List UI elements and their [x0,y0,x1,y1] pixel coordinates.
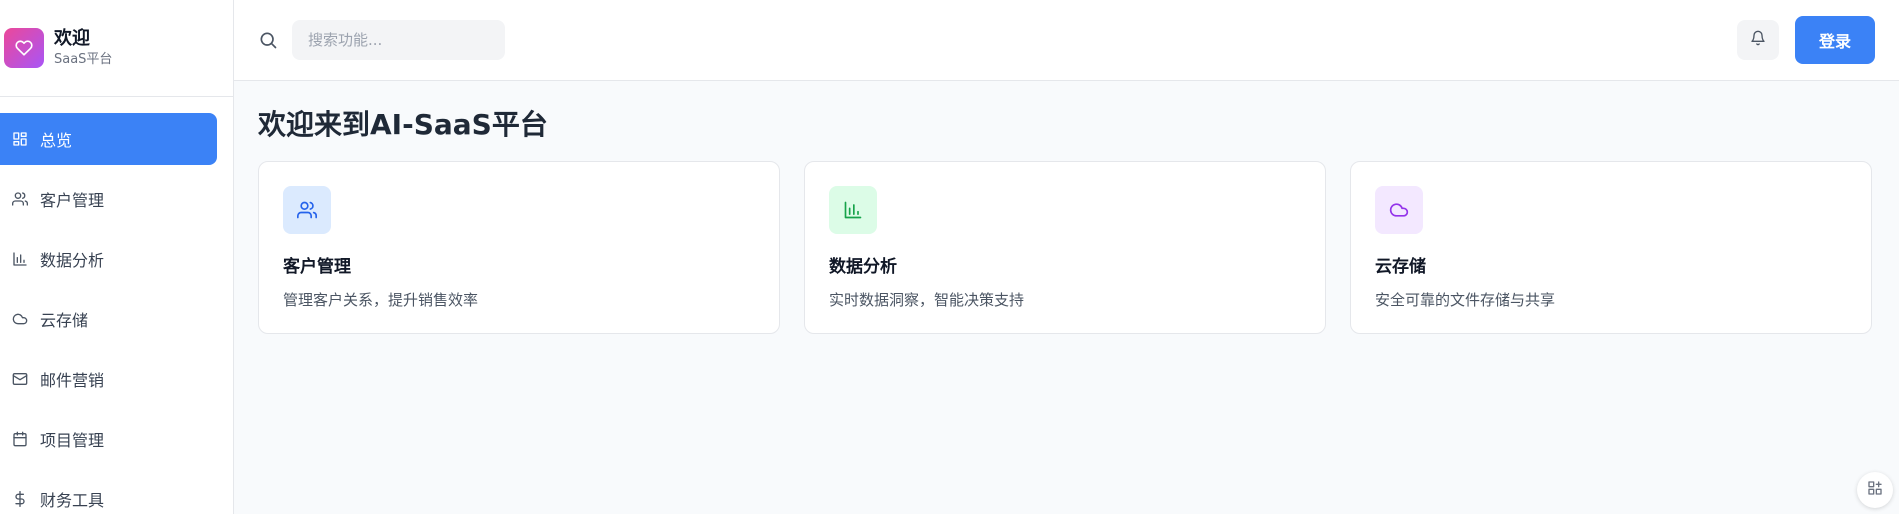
sidebar-item-label: 邮件营销 [40,371,105,390]
mail-icon [12,371,28,387]
topbar: 登录 [234,0,1899,81]
calendar-icon [12,431,28,447]
card-description: 管理客户关系，提升销售效率 [283,291,479,309]
search-input[interactable] [292,20,505,60]
sidebar-item-projects[interactable]: 项目管理 [0,413,217,465]
sidebar-item-cloud[interactable]: 云存储 [0,293,217,345]
widgets-button[interactable] [1857,472,1893,508]
apps-add-icon [1867,480,1883,500]
card-title: 数据分析 [829,257,897,277]
sidebar-item-customers[interactable]: 客户管理 [0,173,217,225]
bar-chart-icon [829,186,877,234]
feature-card-analytics[interactable]: 数据分析 实时数据洞察，智能决策支持 [804,161,1326,334]
sidebar-item-label: 客户管理 [40,191,105,210]
sidebar-item-label: 数据分析 [40,251,105,270]
sidebar-item-label: 财务工具 [40,491,105,510]
users-icon [12,191,28,207]
dollar-icon [12,491,28,507]
content: 欢迎来到AI-SaaS平台 客户管理 管理客户关系，提升销售效率 数据分析 实时… [234,81,1899,358]
sidebar-item-overview[interactable]: 总览 [0,113,217,165]
card-title: 云存储 [1375,257,1426,277]
cloud-icon [1375,186,1423,234]
sidebar-item-email[interactable]: 邮件营销 [0,353,217,405]
sidebar-item-analytics[interactable]: 数据分析 [0,233,217,285]
brand-subtitle: SaaS平台 [54,52,113,67]
cloud-icon [12,311,28,327]
brand-title: 欢迎 [54,28,90,49]
search-icon [258,30,278,50]
notifications-button[interactable] [1737,20,1779,60]
card-description: 实时数据洞察，智能决策支持 [829,291,1025,309]
app: 欢迎 SaaS平台 总览 客户管理 数据分析 云存储 邮件营销 项目管理 财务工… [0,0,1899,514]
sidebar-item-label: 项目管理 [40,431,105,450]
dashboard-icon [12,131,28,147]
brand: 欢迎 SaaS平台 [0,0,233,97]
bell-icon [1750,30,1766,50]
bar-chart-icon [12,251,28,267]
heart-icon [4,28,44,68]
page-title: 欢迎来到AI-SaaS平台 [258,108,548,141]
sidebar-item-finance[interactable]: 财务工具 [0,473,217,514]
login-button[interactable]: 登录 [1795,16,1875,64]
card-title: 客户管理 [283,257,351,277]
card-description: 安全可靠的文件存储与共享 [1375,291,1556,309]
feature-card-cloud[interactable]: 云存储 安全可靠的文件存储与共享 [1350,161,1872,334]
sidebar-item-label: 总览 [40,131,73,150]
users-icon [283,186,331,234]
feature-card-customers[interactable]: 客户管理 管理客户关系，提升销售效率 [258,161,780,334]
sidebar-nav: 总览 客户管理 数据分析 云存储 邮件营销 项目管理 财务工具 [0,97,233,514]
main-area: 登录 欢迎来到AI-SaaS平台 客户管理 管理客户关系，提升销售效率 [234,0,1899,514]
feature-cards: 客户管理 管理客户关系，提升销售效率 数据分析 实时数据洞察，智能决策支持 云存… [258,161,1875,334]
sidebar: 欢迎 SaaS平台 总览 客户管理 数据分析 云存储 邮件营销 项目管理 财务工… [0,0,234,514]
sidebar-item-label: 云存储 [40,311,89,330]
